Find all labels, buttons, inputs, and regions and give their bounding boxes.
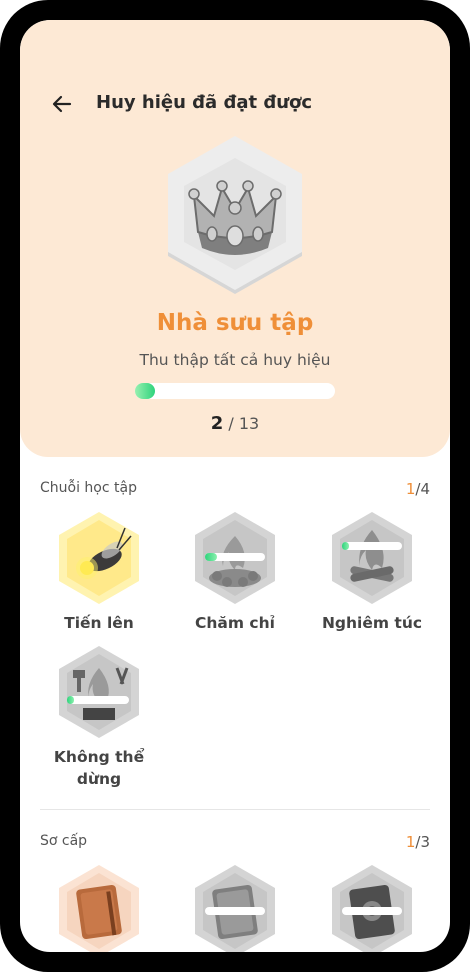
badge-label-cham-chi: Chăm chỉ [195,614,275,632]
badge-progress-bar-cham-chi [205,553,265,561]
screen: Huy hiệu đã đạt được Nhà sưu tập Thu thậ… [20,20,450,952]
section-count-earned: 1 [405,833,416,851]
progress-count: 2 / 13 [20,413,450,434]
collection-progress-fill [135,383,155,399]
badge-progress-bar-beginner-2 [205,907,265,915]
section-header-beginner: Sơ cấp 1/3 [40,833,430,851]
forge-badge-icon[interactable] [57,644,141,740]
badge-description: Thu thập tất cả huy hiệu [139,351,331,369]
notebook-badge-icon[interactable] [57,863,141,952]
page-title: Huy hiệu đã đạt được [96,92,313,113]
section-count: 1/4 [406,480,430,498]
badge-progress-fill [67,696,75,704]
badge-progress-fill [342,542,350,550]
progress-current: 2 [210,413,224,434]
device-frame: Huy hiệu đã đạt được Nhà sưu tập Thu thậ… [0,0,470,972]
section-count-earned: 1 [405,480,416,498]
collection-progress-bar [135,383,335,399]
badge-progress-bar-beginner-3 [342,907,402,915]
badge-progress-bar-nghiem-tuc [342,542,402,550]
firefly-badge-icon[interactable] [57,510,141,606]
section-count: 1/3 [406,833,430,851]
back-arrow-icon[interactable] [48,90,76,118]
progress-separator: / [228,414,239,433]
badge-label-khong-the-dung: Không thể dừng [53,748,145,788]
section-title: Sơ cấp [40,833,88,849]
badge-label-nghiem-tuc: Nghiêm túc [321,614,423,632]
section-count-total: /4 [415,480,430,498]
section-divider [40,809,430,810]
badge-label-tien-len: Tiến lên [64,614,134,632]
section-count-total: /3 [415,833,430,851]
section-header-learning-streak: Chuỗi học tập 1/4 [40,480,430,498]
badge-name: Nhà sưu tập [156,310,314,336]
badge-progress-fill [205,553,217,561]
bonfire-badge-icon[interactable] [330,510,414,606]
badge-progress-bar-khong-the-dung [67,696,129,704]
hero-panel: Huy hiệu đã đạt được Nhà sưu tập Thu thậ… [20,20,450,457]
crown-badge-icon [168,136,302,294]
section-title: Chuỗi học tập [40,480,137,496]
progress-total: 13 [238,414,260,433]
